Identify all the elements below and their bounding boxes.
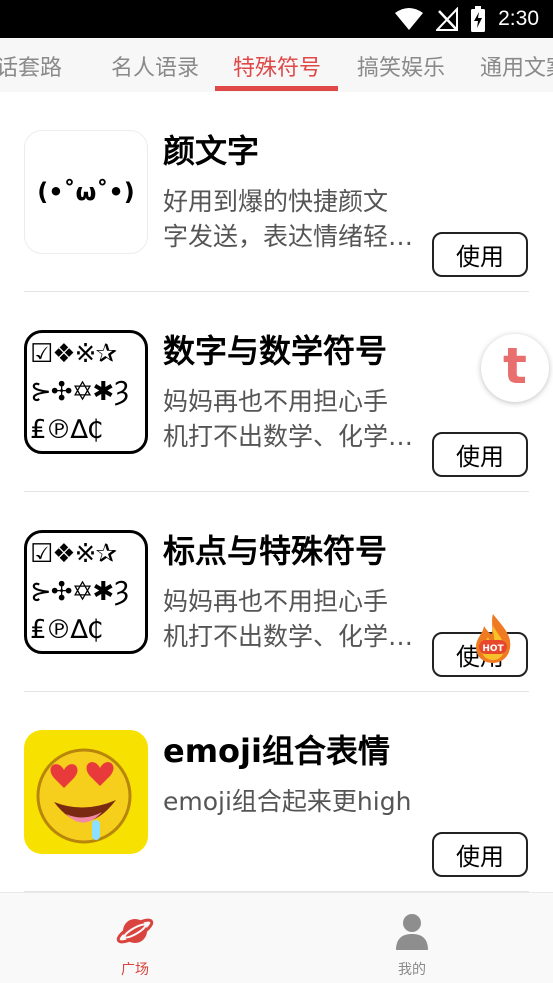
status-time: 2:30	[498, 7, 539, 30]
hot-badge-text: HOT	[482, 644, 504, 654]
use-button[interactable]: 使用	[432, 232, 528, 277]
no-signal-icon	[436, 7, 459, 31]
item-title: 标点与特殊符号	[163, 532, 388, 570]
nav-label-mine: 我的	[398, 962, 426, 978]
wifi-icon	[395, 8, 424, 30]
symbols-thumbnail: ☑❖※✰ ⊱✣✡✱Ȝ ₤℗∆₵	[24, 530, 148, 654]
hot-fire-badge-icon: HOT	[476, 614, 511, 663]
floating-t-button[interactable]: t	[481, 334, 549, 402]
use-button[interactable]: 使用	[432, 832, 528, 877]
item-description: 妈妈再也不用担心手 机打不出数学、化学…	[163, 584, 435, 654]
symbols-row: ₤℗∆₵	[30, 415, 103, 445]
floating-t-letter: t	[503, 337, 527, 395]
item-description: emoji组合起来更high	[163, 784, 463, 819]
nav-item-square[interactable]: 广场	[95, 911, 175, 979]
status-icons: 2:30	[394, 6, 539, 32]
person-icon	[396, 914, 428, 950]
tab-famous-quotes[interactable]: 名人语录	[111, 50, 199, 82]
item-description-line: 机打不出数学、化学…	[163, 622, 414, 651]
tab-funny-entertainment[interactable]: 搞笑娱乐	[357, 50, 445, 82]
tab-special-symbols[interactable]: 特殊符号	[233, 50, 321, 82]
item-description-line: 好用到爆的快捷颜文	[163, 187, 389, 216]
symbols-row: ☑❖※✰	[30, 539, 117, 569]
bottom-navigation: 广场 我的	[0, 892, 553, 983]
emoji-thumbnail	[24, 730, 148, 854]
item-description-line: emoji组合起来更high	[163, 787, 412, 816]
kaomoji-thumbnail: (•˚ω˚•)	[24, 130, 148, 254]
list-item[interactable]: ☑❖※✰ ⊱✣✡✱Ȝ ₤℗∆₵ 标点与特殊符号 妈妈再也不用担心手 机打不出数学…	[0, 492, 553, 692]
item-title: emoji组合表情	[163, 732, 390, 770]
item-description-line: 机打不出数学、化学…	[163, 422, 414, 451]
nav-label-square: 广场	[121, 962, 149, 978]
planet-icon	[116, 918, 154, 944]
tab-general-copy[interactable]: 通用文案	[480, 50, 553, 82]
category-tab-bar: 对话套路 名人语录 特殊符号 搞笑娱乐 通用文案	[0, 38, 553, 92]
symbols-row: ⊱✣✡✱Ȝ	[30, 577, 129, 607]
tab-dialogue[interactable]: 对话套路	[0, 50, 62, 82]
battery-charging-icon	[471, 6, 486, 32]
item-description-line: 妈妈再也不用担心手	[163, 387, 389, 416]
item-description: 好用到爆的快捷颜文 字发送，表达情绪轻…	[163, 184, 435, 254]
item-description-line: 妈妈再也不用担心手	[163, 587, 389, 616]
symbols-thumbnail: ☑❖※✰ ⊱✣✡✱Ȝ ₤℗∆₵	[24, 330, 148, 454]
item-description-line: 字发送，表达情绪轻…	[163, 222, 414, 251]
symbols-row: ⊱✣✡✱Ȝ	[30, 377, 129, 407]
list-item[interactable]: ☑❖※✰ ⊱✣✡✱Ȝ ₤℗∆₵ 数字与数学符号 妈妈再也不用担心手 机打不出数学…	[0, 292, 553, 492]
item-title: 颜文字	[163, 132, 260, 170]
symbols-row: ☑❖※✰	[30, 339, 117, 369]
heart-eyes-emoji-icon	[36, 748, 132, 844]
status-bar: 2:30	[0, 0, 553, 38]
nav-item-mine[interactable]: 我的	[372, 911, 452, 979]
symbols-row: ₤℗∆₵	[30, 615, 103, 645]
use-button[interactable]: 使用	[432, 432, 528, 477]
item-title: 数字与数学符号	[163, 332, 388, 370]
item-description: 妈妈再也不用担心手 机打不出数学、化学…	[163, 384, 435, 454]
list-item[interactable]: (•˚ω˚•) 颜文字 好用到爆的快捷颜文 字发送，表达情绪轻… 使用	[0, 92, 553, 292]
kaomoji-thumbnail-text: (•˚ω˚•)	[37, 178, 135, 206]
active-tab-indicator	[215, 86, 338, 91]
list-item[interactable]: emoji组合表情 emoji组合起来更high 使用	[0, 692, 553, 892]
